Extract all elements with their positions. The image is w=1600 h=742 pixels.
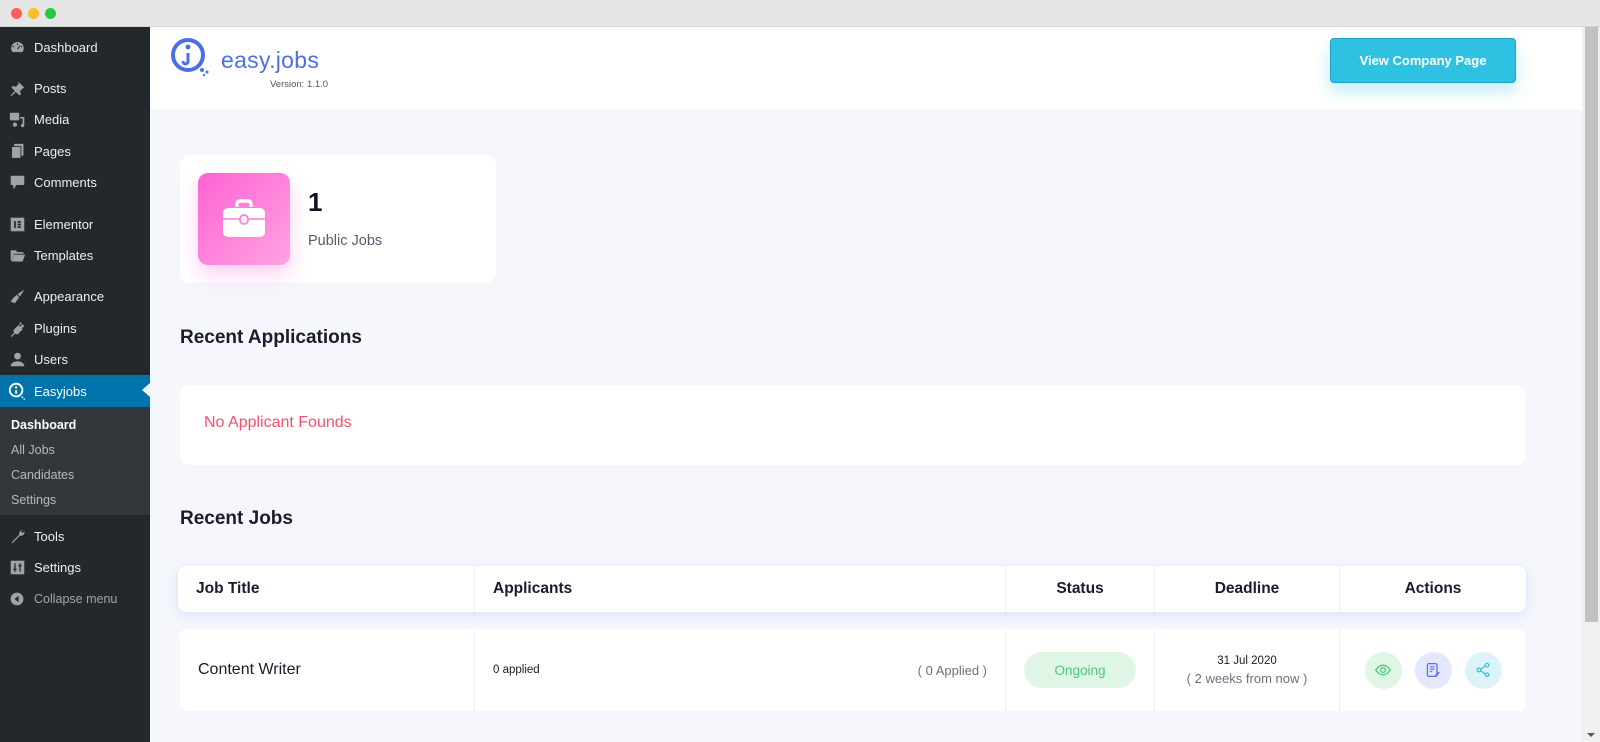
sidebar-item-appearance[interactable]: Appearance bbox=[0, 281, 150, 311]
comment-icon bbox=[8, 173, 26, 191]
sidebar-item-plugins[interactable]: Plugins bbox=[0, 313, 150, 343]
brush-icon bbox=[8, 287, 26, 305]
easyjobs-logo[interactable]: easy.jobs Version: 1.1.0 bbox=[168, 33, 348, 90]
sidebar-item-label: Users bbox=[34, 351, 68, 367]
plug-icon bbox=[8, 319, 26, 337]
column-header-job-title[interactable]: Job Title bbox=[178, 566, 475, 612]
submenu-item-dashboard[interactable]: Dashboard bbox=[11, 418, 76, 432]
job-title-cell: Content Writer bbox=[180, 629, 475, 711]
applicants-cell: 0 applied ( 0 Applied ) bbox=[475, 629, 1006, 711]
applied-count: ( 0 Applied ) bbox=[917, 662, 987, 678]
minimize-window-button[interactable] bbox=[28, 8, 39, 19]
recent-applications-card: No Applicant Founds bbox=[180, 385, 1526, 465]
sidebar-item-templates[interactable]: Templates bbox=[0, 240, 150, 270]
deadline-cell: 31 Jul 2020 ( 2 weeks from now ) bbox=[1155, 629, 1340, 711]
collapse-menu-button[interactable]: Collapse menu bbox=[0, 584, 150, 614]
sidebar-item-pages[interactable]: Pages bbox=[0, 136, 150, 166]
main-content: easy.jobs Version: 1.1.0 View Company Pa… bbox=[150, 27, 1582, 742]
submenu-item-settings[interactable]: Settings bbox=[11, 493, 56, 507]
pin-icon bbox=[8, 79, 26, 97]
column-header-actions: Actions bbox=[1404, 580, 1462, 597]
wrench-icon bbox=[8, 527, 26, 545]
version-label: Version: 1.1.0 bbox=[270, 79, 329, 90]
sidebar-item-comments[interactable]: Comments bbox=[0, 167, 150, 197]
job-title-link[interactable]: Content Writer bbox=[180, 661, 301, 679]
easyjobs-submenu: Dashboard All Jobs Candidates Settings bbox=[0, 407, 150, 515]
sidebar-item-dashboard[interactable]: Dashboard bbox=[0, 32, 150, 62]
table-row: Content Writer 0 applied ( 0 Applied ) O… bbox=[180, 629, 1526, 711]
deadline-date: 31 Jul 2020 bbox=[1217, 654, 1277, 667]
jobs-table-header: Job Title Applicants Status Deadline Act… bbox=[178, 566, 1526, 612]
applicants-text: 0 applied bbox=[493, 664, 540, 676]
scroll-down-arrow-icon[interactable] bbox=[1587, 733, 1595, 737]
browser-window: Dashboard Posts Media Pages Comments Ele… bbox=[0, 0, 1600, 742]
view-job-button[interactable] bbox=[1364, 651, 1402, 689]
title-bar bbox=[0, 0, 1600, 27]
sidebar-item-label: Tools bbox=[34, 528, 65, 544]
sidebar-item-label: Pages bbox=[34, 143, 71, 159]
public-jobs-label: Public Jobs bbox=[308, 233, 383, 249]
collapse-arrow-icon bbox=[8, 590, 26, 608]
sidebar-item-tools[interactable]: Tools bbox=[0, 521, 150, 551]
sidebar-item-label: Appearance bbox=[34, 288, 105, 304]
public-jobs-count: 1 bbox=[308, 187, 323, 217]
share-job-button[interactable] bbox=[1464, 651, 1502, 689]
elementor-icon bbox=[8, 215, 26, 233]
edit-job-button[interactable] bbox=[1414, 651, 1452, 689]
easyjobs-logo-icon bbox=[171, 38, 209, 77]
sidebar-item-label: Settings bbox=[34, 559, 81, 575]
submenu-item-candidates[interactable]: Candidates bbox=[11, 468, 74, 482]
column-header-deadline[interactable]: Deadline bbox=[1155, 566, 1340, 612]
maximize-window-button[interactable] bbox=[45, 8, 56, 19]
sidebar-item-label: Comments bbox=[34, 174, 97, 190]
close-window-button[interactable] bbox=[11, 8, 22, 19]
sidebar-item-label: Media bbox=[34, 111, 70, 127]
eye-icon bbox=[1375, 664, 1391, 676]
sidebar-item-label: Dashboard bbox=[34, 39, 98, 55]
briefcase-icon bbox=[223, 199, 265, 237]
edit-icon bbox=[1426, 662, 1440, 678]
sidebar-item-media[interactable]: Media bbox=[0, 104, 150, 134]
sidebar-item-users[interactable]: Users bbox=[0, 344, 150, 374]
actions-cell bbox=[1340, 629, 1526, 711]
sidebar-item-easyjobs[interactable]: Easyjobs bbox=[0, 375, 150, 407]
share-icon bbox=[1476, 662, 1490, 678]
collapse-menu-label: Collapse menu bbox=[34, 592, 118, 606]
media-icon bbox=[8, 110, 26, 128]
sidebar-item-posts[interactable]: Posts bbox=[0, 73, 150, 103]
dashboard-icon bbox=[8, 38, 26, 56]
sidebar-item-settings[interactable]: Settings bbox=[0, 552, 150, 582]
sidebar-item-label: Posts bbox=[34, 80, 67, 96]
settings-icon bbox=[8, 558, 26, 576]
view-company-page-button[interactable]: View Company Page bbox=[1330, 38, 1516, 83]
public-jobs-stat-card: 1 Public Jobs bbox=[180, 155, 496, 283]
easyjobs-icon bbox=[8, 382, 26, 400]
sidebar-item-label: Elementor bbox=[34, 216, 94, 232]
empty-applicants-message: No Applicant Founds bbox=[204, 414, 352, 431]
user-icon bbox=[8, 350, 26, 368]
column-header-status[interactable]: Status bbox=[1006, 566, 1155, 612]
logo-text: easy.jobs bbox=[221, 47, 320, 73]
plugin-header: easy.jobs Version: 1.1.0 View Company Pa… bbox=[150, 27, 1582, 109]
page-scrollbar[interactable] bbox=[1582, 27, 1600, 742]
sidebar-item-label: Plugins bbox=[34, 320, 77, 336]
recent-applications-title: Recent Applications bbox=[180, 327, 362, 348]
sidebar-item-elementor[interactable]: Elementor bbox=[0, 209, 150, 239]
pages-icon bbox=[8, 142, 26, 160]
sidebar-item-label: Templates bbox=[34, 247, 94, 263]
status-cell: Ongoing bbox=[1006, 629, 1155, 711]
deadline-relative: ( 2 weeks from now ) bbox=[1186, 670, 1308, 686]
stat-icon-tile bbox=[198, 173, 290, 265]
column-header-applicants[interactable]: Applicants bbox=[475, 566, 1006, 612]
scrollbar-thumb[interactable] bbox=[1585, 27, 1598, 622]
sidebar-item-label: Easyjobs bbox=[34, 383, 87, 399]
submenu-item-all-jobs[interactable]: All Jobs bbox=[11, 443, 55, 457]
folder-icon bbox=[8, 246, 26, 264]
status-badge: Ongoing bbox=[1024, 652, 1136, 688]
admin-sidebar: Dashboard Posts Media Pages Comments Ele… bbox=[0, 27, 150, 742]
recent-jobs-title: Recent Jobs bbox=[180, 508, 293, 529]
